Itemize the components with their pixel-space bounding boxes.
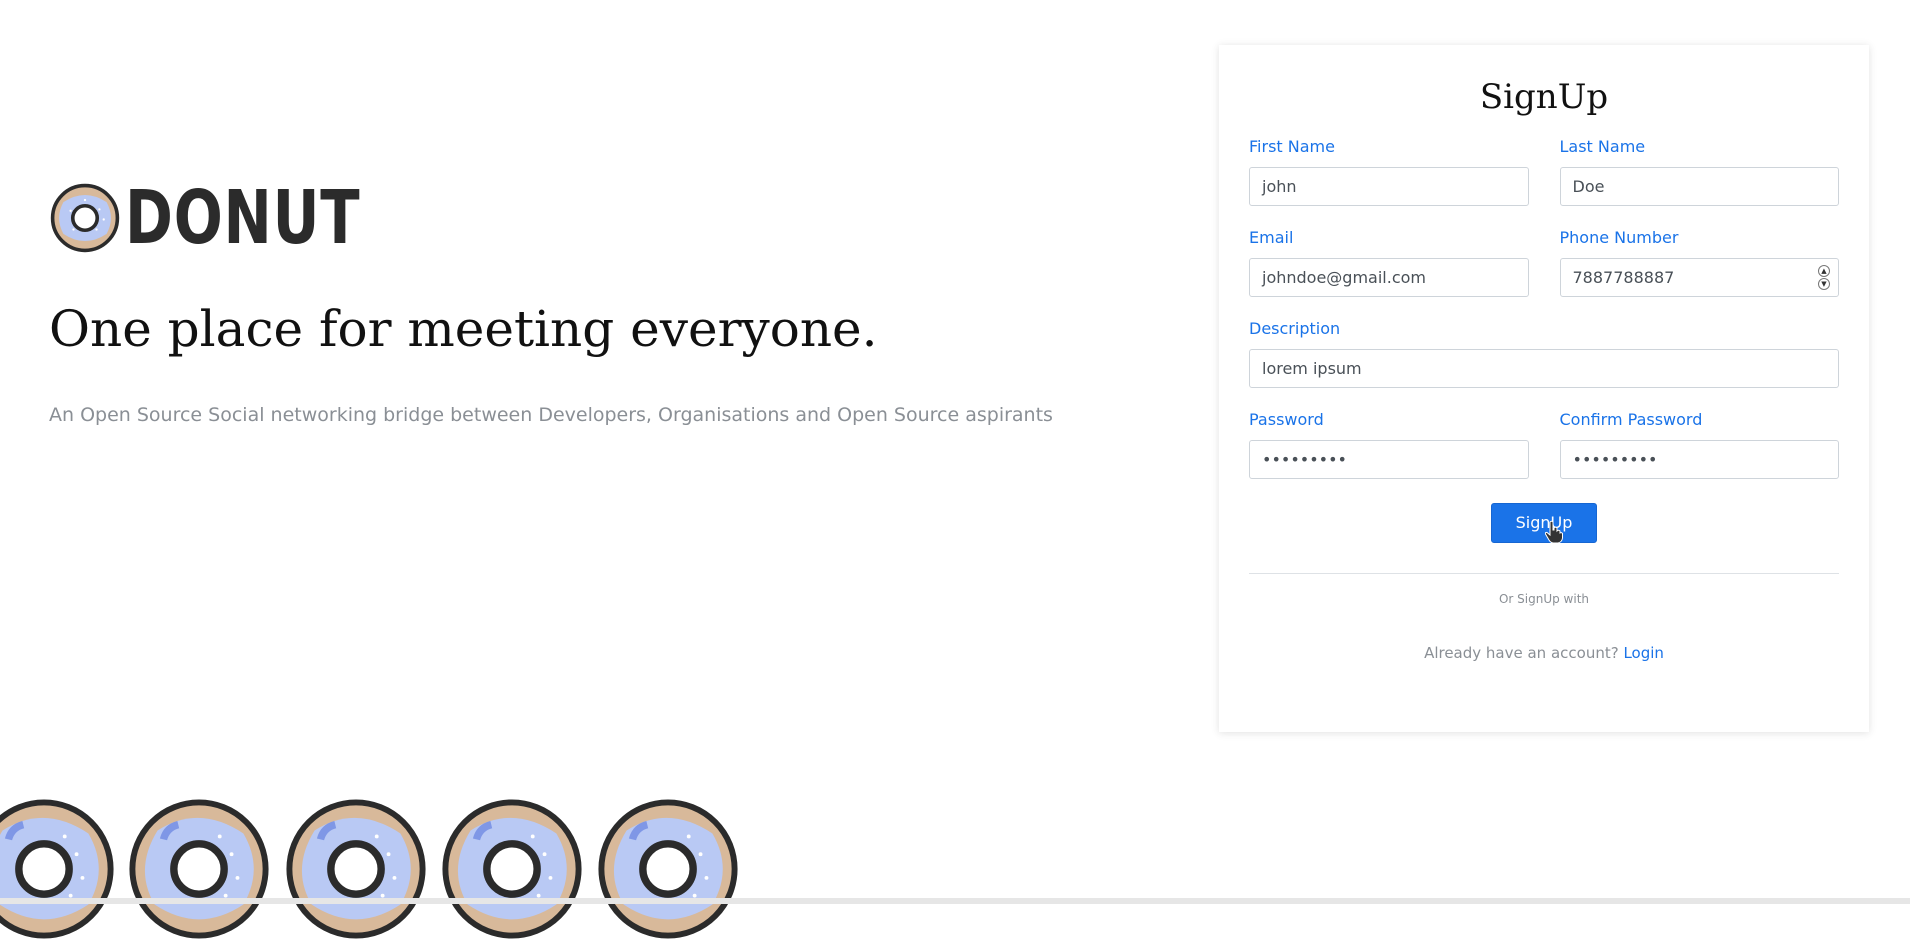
or-signup-with-text: Or SignUp with — [1498, 592, 1590, 606]
number-spinner[interactable]: ▲ ▼ — [1818, 265, 1830, 290]
hero-subtext: An Open Source Social networking bridge … — [49, 404, 1053, 426]
first-name-label: First Name — [1249, 137, 1335, 156]
first-name-group: First Name john — [1249, 137, 1529, 206]
confirm-password-group: Confirm Password ••••••••• — [1559, 410, 1839, 479]
last-name-input[interactable]: Doe — [1559, 167, 1839, 206]
last-name-value: Doe — [1572, 177, 1605, 196]
bottom-scroll-edge — [0, 898, 1910, 904]
login-prompt-text: Already have an account? — [1424, 644, 1619, 662]
phone-group: Phone Number 7887788887 ▲ ▼ — [1559, 228, 1839, 297]
last-name-group: Last Name Doe — [1559, 137, 1839, 206]
first-name-input[interactable]: john — [1249, 167, 1529, 206]
signup-button[interactable]: SignUp — [1491, 503, 1597, 544]
donut-icon — [442, 799, 582, 939]
password-label: Password — [1249, 410, 1324, 429]
hero-tagline: One place for meeting everyone. — [49, 300, 878, 358]
description-group: Description lorem ipsum — [1249, 319, 1839, 388]
confirm-password-value: ••••••••• — [1572, 450, 1658, 469]
description-label: Description — [1249, 319, 1341, 338]
description-input[interactable]: lorem ipsum — [1249, 349, 1839, 388]
donut-decoration-row — [0, 795, 760, 939]
signup-title: SignUp — [1479, 77, 1609, 117]
password-value: ••••••••• — [1262, 450, 1347, 469]
email-label: Email — [1249, 228, 1294, 247]
phone-value: 7887788887 — [1572, 268, 1675, 287]
donut-icon — [286, 799, 426, 939]
email-group: Email johndoe@gmail.com — [1249, 228, 1529, 297]
login-prompt: Already have an account? Login — [1249, 644, 1839, 662]
donut-icon — [598, 799, 738, 939]
last-name-label: Last Name — [1559, 137, 1646, 156]
donut-logo-icon — [50, 183, 120, 253]
phone-input[interactable]: 7887788887 ▲ ▼ — [1559, 258, 1839, 297]
donut-icon — [0, 799, 114, 939]
phone-label: Phone Number — [1559, 228, 1679, 247]
spinner-up-icon[interactable]: ▲ — [1818, 265, 1830, 277]
description-value: lorem ipsum — [1262, 359, 1362, 378]
brand-wordmark: DONUT — [125, 175, 361, 261]
login-link[interactable]: Login — [1623, 644, 1663, 662]
divider — [1249, 573, 1839, 574]
hand-pointer-icon — [1544, 520, 1563, 544]
password-group: Password ••••••••• — [1249, 410, 1529, 479]
donut-icon — [129, 799, 269, 939]
first-name-value: john — [1262, 177, 1297, 196]
email-input[interactable]: johndoe@gmail.com — [1249, 258, 1529, 297]
hero-section: DONUT One place for meeting everyone. An… — [49, 180, 1149, 426]
confirm-password-input[interactable]: ••••••••• — [1559, 440, 1839, 479]
password-input[interactable]: ••••••••• — [1249, 440, 1529, 479]
brand-logo: DONUT — [49, 180, 1149, 256]
email-value: johndoe@gmail.com — [1262, 268, 1426, 287]
signup-card: SignUp First Name john Last Name Doe Ema… — [1219, 45, 1869, 732]
confirm-password-label: Confirm Password — [1559, 410, 1703, 429]
spinner-down-icon[interactable]: ▼ — [1818, 278, 1830, 290]
signup-form: First Name john Last Name Doe Email john… — [1249, 137, 1839, 662]
